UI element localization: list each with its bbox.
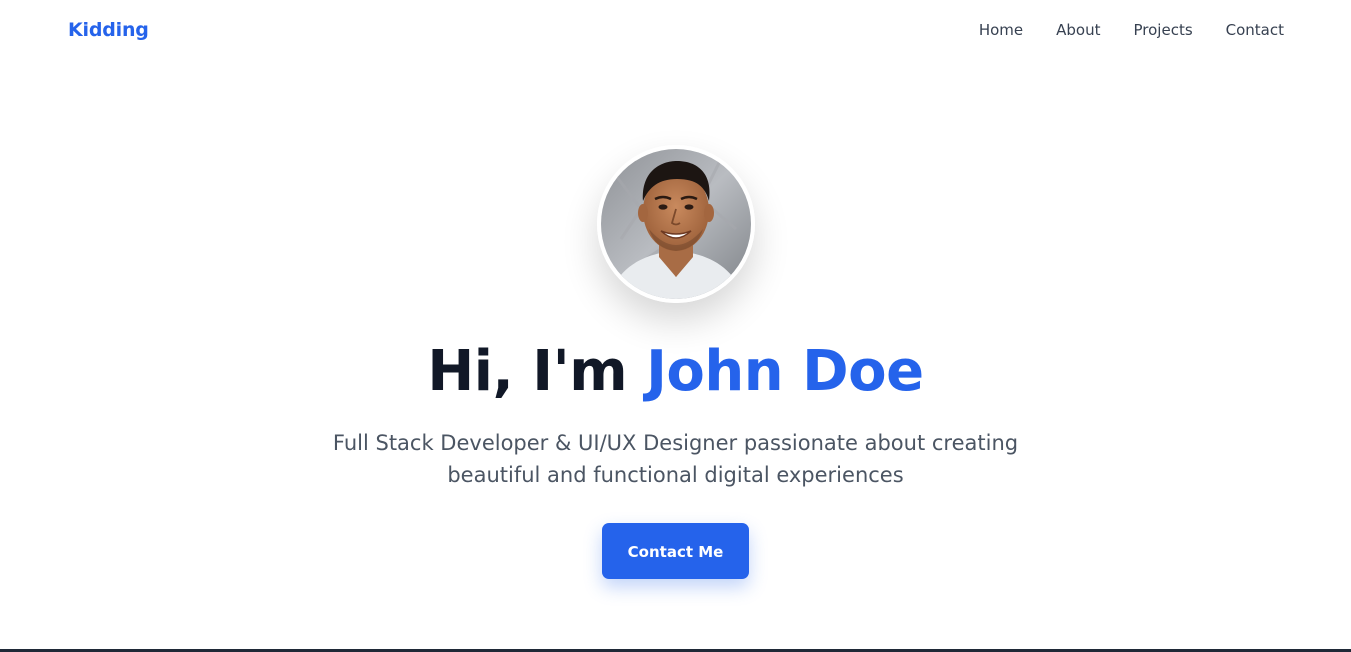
hero-subtitle-line1: Full Stack Developer & UI/UX Designer pa… <box>332 431 1019 455</box>
profile-avatar <box>596 145 755 303</box>
nav-link-projects[interactable]: Projects <box>1134 21 1193 39</box>
hero-greeting: Hi, I'm <box>427 339 628 404</box>
nav-link-about[interactable]: About <box>1056 21 1100 39</box>
profile-photo <box>600 149 751 299</box>
hero-subtitle-line2: beautiful and functional digital experie… <box>447 463 904 487</box>
hero-section: Hi, I'm John Doe Full Stack Developer & … <box>0 145 1351 579</box>
nav-links: Home About Projects Contact <box>979 21 1284 39</box>
nav-link-home[interactable]: Home <box>979 21 1023 39</box>
hero-name: John Doe <box>646 339 924 404</box>
hero-headline: Hi, I'm John Doe <box>0 339 1351 405</box>
nav-link-contact[interactable]: Contact <box>1226 21 1284 39</box>
brand-logo[interactable]: Kidding <box>68 19 149 41</box>
navbar: Kidding Home About Projects Contact <box>0 0 1351 64</box>
hero-subtitle: Full Stack Developer & UI/UX Designer pa… <box>316 427 1036 491</box>
page: Kidding Home About Projects Contact Hi, … <box>0 0 1351 652</box>
contact-me-button[interactable]: Contact Me <box>602 523 749 579</box>
